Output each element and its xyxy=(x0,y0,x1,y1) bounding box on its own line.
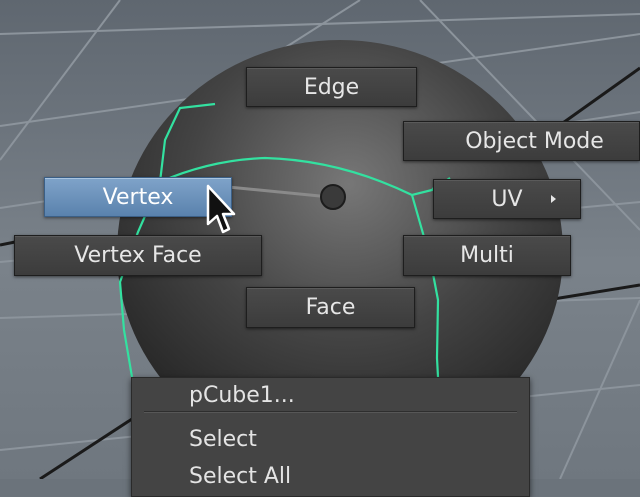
context-menu-object-name: pCube1... xyxy=(189,383,295,408)
marking-menu-center-icon xyxy=(320,184,346,210)
menu-item-uv-label: UV xyxy=(491,186,523,212)
menu-item-face-label: Face xyxy=(305,295,356,320)
menu-item-object-mode-label: Object Mode xyxy=(465,128,604,154)
menu-item-vertex-label: Vertex xyxy=(102,184,174,210)
menu-item-vertex[interactable]: Vertex xyxy=(44,177,232,217)
menu-item-vertex-face[interactable]: Vertex Face xyxy=(14,235,262,276)
3d-viewport[interactable]: Edge Object Mode Vertex UV Vertex Face M… xyxy=(0,0,640,497)
menu-item-edge[interactable]: Edge xyxy=(246,67,417,107)
menu-item-multi-label: Multi xyxy=(460,243,514,268)
menu-item-edge-label: Edge xyxy=(303,74,360,100)
context-menu: pCube1... Select Select All xyxy=(131,377,530,497)
menu-item-multi[interactable]: Multi xyxy=(403,235,571,276)
menu-item-uv[interactable]: UV xyxy=(433,179,581,219)
menu-item-object-mode[interactable]: Object Mode xyxy=(403,121,640,161)
context-menu-divider xyxy=(144,411,517,413)
context-menu-item-select-all[interactable]: Select All xyxy=(189,464,291,489)
context-menu-item-select[interactable]: Select xyxy=(189,427,257,452)
menu-item-vertex-face-label: Vertex Face xyxy=(74,243,202,268)
submenu-arrow-icon xyxy=(551,195,556,203)
menu-item-face[interactable]: Face xyxy=(246,287,415,328)
pointer-arrow-icon xyxy=(206,184,236,234)
